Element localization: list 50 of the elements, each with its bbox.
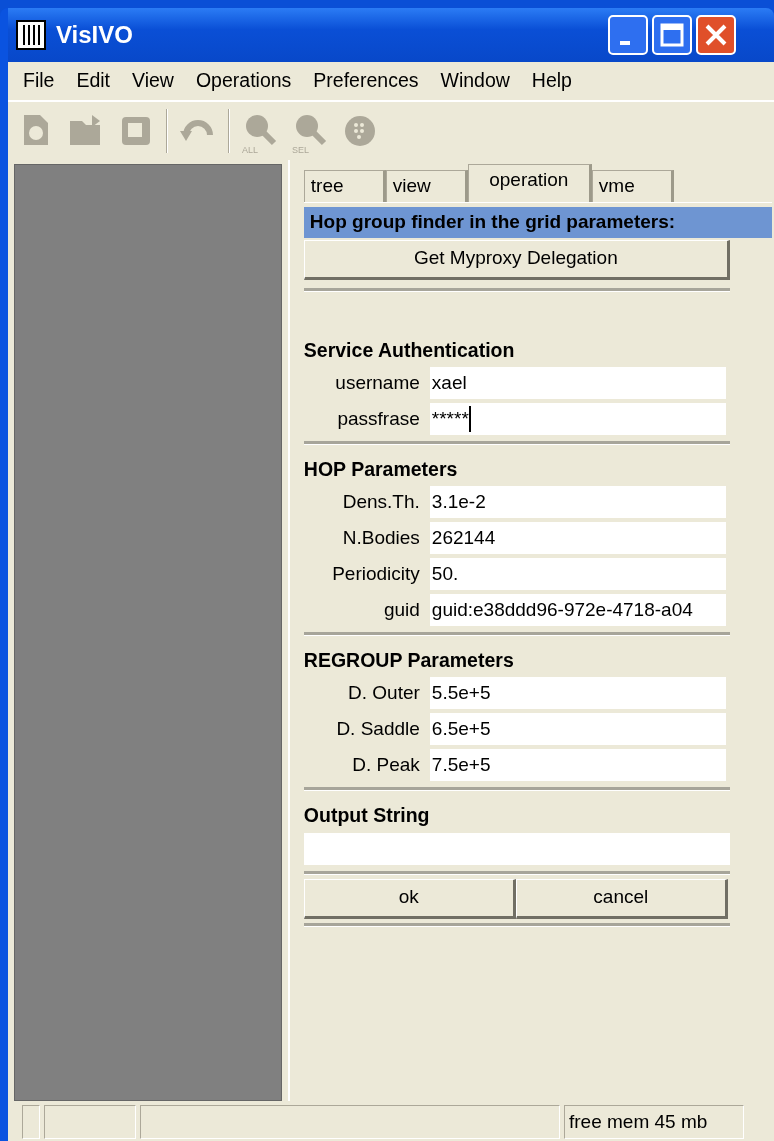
window-title: VisIVO (56, 20, 133, 50)
field-label: Periodicity (331, 561, 421, 586)
section-title: HOP Parameters (303, 456, 459, 482)
tab[interactable]: vme (591, 170, 674, 202)
panel-header: Hop group finder in the grid parameters: (303, 207, 772, 238)
input-field[interactable]: 3.1e-2 (429, 486, 726, 518)
icon-caption: SEL (292, 145, 309, 155)
menu-item[interactable]: Window (429, 66, 521, 96)
menu-item[interactable]: Help (520, 66, 583, 96)
status-pane (22, 1105, 40, 1139)
input-field[interactable]: ***** (429, 402, 726, 435)
field-label: N.Bodies (341, 525, 421, 550)
section-title: Output String (303, 803, 431, 829)
field-label: guid (382, 597, 421, 622)
dialog-button[interactable]: cancel (515, 878, 728, 919)
input-field[interactable]: 5.5e+5 (429, 677, 726, 710)
menu-item[interactable]: Edit (65, 66, 122, 96)
input-field[interactable]: 6.5e+5 (429, 713, 726, 746)
delegation-button[interactable]: Get Myproxy Delegation (303, 239, 730, 280)
field-label: username (334, 370, 421, 395)
input-field[interactable]: 7.5e+5 (429, 749, 726, 782)
input-field[interactable]: xael (429, 366, 726, 399)
menu-item[interactable]: Operations (184, 66, 303, 96)
dialog-button[interactable]: ok (303, 878, 516, 919)
section-title: Service Authentication (303, 337, 516, 363)
minimize-icon (620, 41, 630, 45)
menu-item[interactable]: File (12, 66, 66, 96)
icon-caption: ALL (242, 145, 258, 155)
minimize-button[interactable] (608, 15, 648, 55)
input-field[interactable]: guid:e38ddd96-972e-4718-a04 (429, 594, 726, 626)
tab[interactable]: view (385, 170, 468, 202)
field-label: D. Peak (351, 753, 421, 777)
input-field[interactable] (303, 832, 730, 865)
input-field[interactable]: 50. (429, 558, 726, 590)
maximize-button[interactable] (652, 15, 692, 55)
field-label: passfrase (336, 406, 421, 431)
field-label: Dens.Th. (341, 489, 421, 514)
maximize-icon (660, 23, 684, 47)
close-button[interactable] (696, 15, 736, 55)
input-field[interactable]: 262144 (429, 522, 726, 554)
tab[interactable]: tree (303, 170, 386, 202)
tab[interactable]: operation (467, 164, 592, 202)
section-title: REGROUP Parameters (303, 648, 515, 673)
close-icon (704, 23, 728, 47)
field-label: D. Saddle (335, 717, 421, 741)
app-icon (16, 20, 46, 50)
menu-item[interactable]: View (121, 66, 185, 96)
status-text: free mem 45 mb (564, 1105, 744, 1139)
field-label: D. Outer (347, 681, 421, 705)
menu-item[interactable]: Preferences (302, 66, 430, 96)
